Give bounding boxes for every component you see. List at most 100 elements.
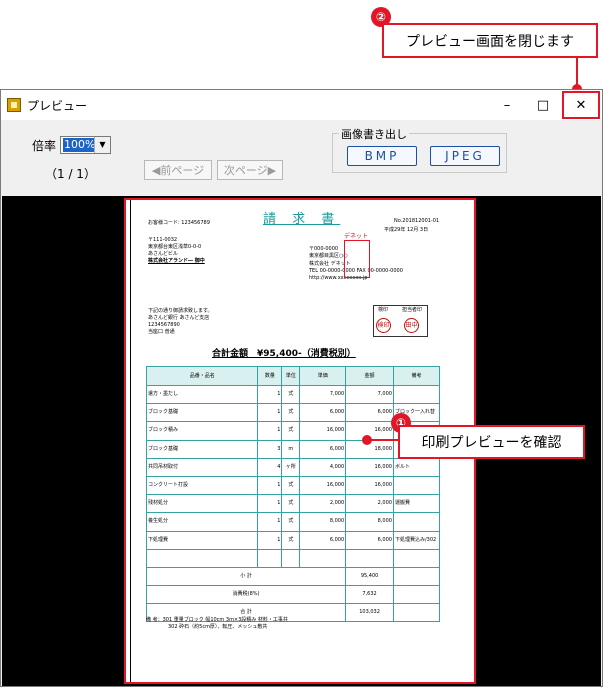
approval-header-2: 担当者印 <box>402 307 423 313</box>
subtotal-label: 小 計 <box>145 566 347 587</box>
table-cell: 1 <box>257 475 283 496</box>
sender-zip: 〒000-0000 <box>309 246 339 252</box>
recipient-address: 東京都台東区浅草0-0-0 <box>148 244 202 250</box>
seal-right: 田中 <box>404 318 419 333</box>
account-holder: 当座口 普通 <box>148 329 175 335</box>
table-cell: 7,000 <box>299 384 347 405</box>
table-cell: 式 <box>281 530 301 550</box>
header-cell: 数量 <box>257 366 283 386</box>
table-cell: 下処理費込み/302 <box>392 530 441 550</box>
annotation-preview-callout: 印刷プレビューを確認 <box>398 425 585 459</box>
table-row: 養生処分 1 式 8,000 8,000 <box>145 512 441 532</box>
chevron-down-icon[interactable]: ▼ <box>94 137 110 153</box>
table-cell <box>392 475 441 496</box>
table-cell: 16,000 <box>299 475 347 496</box>
annotation-close-callout: プレビュー画面を閉じます <box>382 23 598 58</box>
window-title: プレビュー <box>27 99 88 113</box>
stamp-text: デネット <box>344 233 369 240</box>
table-cell: 1 <box>257 384 283 405</box>
invoice-title: 請 求 書 <box>263 212 341 227</box>
table-cell: 共同吊材取付 <box>145 457 259 477</box>
header-cell: 単位 <box>281 366 301 386</box>
table-cell: 養生処分 <box>145 512 259 532</box>
table-cell: 7,000 <box>345 384 394 405</box>
zoom-value: 100% <box>63 138 97 152</box>
page-indicator: （1 / 1） <box>45 167 96 181</box>
table-cell <box>345 548 394 568</box>
customer-code: お客様コード: 123456789 <box>148 220 210 226</box>
table-cell: 1 <box>257 494 283 514</box>
table-cell: ブロック基礎 <box>145 439 259 459</box>
table-cell: 6,000 <box>299 439 347 459</box>
invoice-date: 平成29年 12月 3日 <box>384 227 429 233</box>
recipient-zip: 〒111-0032 <box>148 237 178 243</box>
empty-cell <box>392 603 441 623</box>
tax-label: 消費税(8%) <box>145 585 347 605</box>
page-margin-line <box>130 200 131 682</box>
bmp-button[interactable]: BMP <box>347 146 417 166</box>
annotation-preview-text: 印刷プレビューを確認 <box>421 435 562 451</box>
table-cell: 式 <box>281 512 301 532</box>
table-cell: 遣方・墨だし <box>145 384 259 405</box>
recipient-building: あさんどビル <box>148 251 178 257</box>
maximize-button[interactable]: □ <box>524 90 562 120</box>
zoom-select[interactable]: 100% ▼ <box>60 136 111 154</box>
request-text: 下記の通り御請求致します。 <box>148 308 213 314</box>
table-cell: 式 <box>281 384 301 405</box>
table-cell: 式 <box>281 475 301 496</box>
table-cell: m <box>281 439 301 459</box>
next-page-button[interactable]: 次ページ▶ <box>217 160 283 180</box>
seal-left: 検印 <box>376 318 391 333</box>
table-row: 残材処分 1 式 2,000 2,000 運搬費 <box>145 494 441 514</box>
recipient-company: 株式会社アランド― 御中 <box>148 258 205 264</box>
image-export-label: 画像書き出し <box>339 126 409 142</box>
table-cell: ブロック積み <box>145 421 259 441</box>
table-cell: 式 <box>281 494 301 514</box>
table-cell <box>392 384 441 405</box>
table-cell: 2,000 <box>299 494 347 514</box>
header-cell: 単価 <box>299 366 347 386</box>
table-cell <box>299 548 347 568</box>
document-number: No.201812001-01 <box>394 218 440 224</box>
title-bar: プレビュー – □ ✕ <box>1 90 602 120</box>
table-cell: 16,000 <box>345 457 394 477</box>
tax-value: 7,632 <box>345 585 394 605</box>
jpeg-button[interactable]: JPEG <box>430 146 500 166</box>
table-cell: ボルト <box>392 457 441 477</box>
table-cell <box>392 548 441 568</box>
table-cell: 残材処分 <box>145 494 259 514</box>
table-cell: 3 <box>257 439 283 459</box>
table-cell: 運搬費 <box>392 494 441 514</box>
minimize-button[interactable]: – <box>488 90 526 120</box>
table-cell: 6,000 <box>345 403 394 423</box>
header-cell: 金額 <box>345 366 394 386</box>
table-row: ブロック基礎 3 m 6,000 18,000 <box>145 439 441 459</box>
table-cell: 16,000 <box>345 475 394 496</box>
table-cell: 式 <box>281 421 301 441</box>
prev-page-button[interactable]: ◀前ページ <box>144 160 212 180</box>
sender-address: 東京都目黒区○○ <box>309 253 348 259</box>
table-row: 下処理費 1 式 6,000 6,000 下処理費込み/302 <box>145 530 441 550</box>
zoom-label: 倍率 <box>32 139 57 153</box>
app-icon <box>7 98 21 112</box>
table-cell: ヶ所 <box>281 457 301 477</box>
table-row: 共同吊材取付 4 ヶ所 4,000 16,000 ボルト <box>145 457 441 477</box>
invoice-table: 品番・品名 数量 単位 単価 金額 備考 遣方・墨だし 1 式 7,000 7,000 ブ… <box>145 366 441 623</box>
subtotal-row: 小 計 95,400 <box>145 566 441 587</box>
notes-line-2: 302 砕石（約5cm厚）、転圧、メッシュ敷共 <box>168 624 268 630</box>
table-cell: 2,000 <box>345 494 394 514</box>
approval-header-1: 検印 <box>378 307 389 313</box>
table-row: 遣方・墨だし 1 式 7,000 7,000 <box>145 384 441 405</box>
table-row: コンクリート打設 1 式 16,000 16,000 <box>145 475 441 496</box>
empty-cell <box>392 566 441 587</box>
header-cell: 品番・品名 <box>145 366 259 386</box>
table-cell: 1 <box>257 421 283 441</box>
table-header-row: 品番・品名 数量 単位 単価 金額 備考 <box>145 366 441 386</box>
bank-name: あさんど銀行 あさんど支店 <box>148 315 210 321</box>
table-cell: 6,000 <box>299 403 347 423</box>
table-row <box>145 548 441 568</box>
table-cell <box>281 548 301 568</box>
grand-total-value: 103,032 <box>345 603 394 623</box>
annotation-connector <box>367 439 399 441</box>
close-button-highlight <box>562 91 600 119</box>
